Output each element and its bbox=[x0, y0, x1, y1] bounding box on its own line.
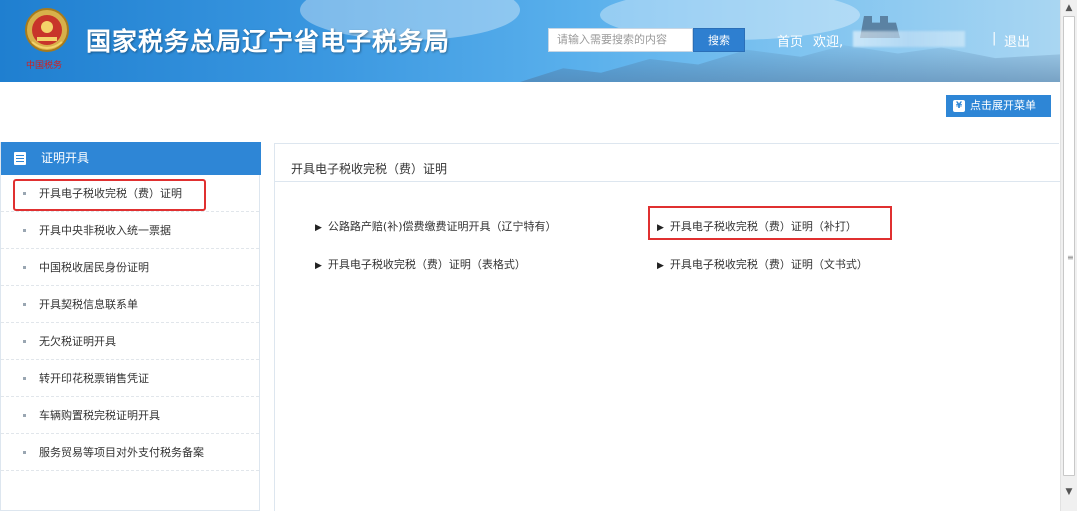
link-label: 开具电子税收完税（费）证明（文书式） bbox=[669, 258, 868, 271]
site-title: 国家税务总局辽宁省电子税务局 bbox=[86, 27, 451, 56]
sidebar-header-label: 证明开具 bbox=[41, 151, 90, 165]
bullet-icon bbox=[23, 229, 26, 232]
link-highway-compensation[interactable]: ▶ 公路路产赔(补)偿费缴费证明开具（辽宁特有） bbox=[315, 218, 557, 234]
page-title: 开具电子税收完税（费）证明 bbox=[291, 162, 448, 176]
link-label: 开具电子税收完税（费）证明（表格式） bbox=[327, 258, 526, 271]
svg-text:中国税务: 中国税务 bbox=[26, 59, 62, 71]
site-header: 中国税务 国家税务总局辽宁省电子税务局 请输入需要搜索的内容 搜索 首页 欢迎,… bbox=[0, 0, 1060, 82]
bullet-icon bbox=[23, 266, 26, 269]
sidebar-item-central-nontax-receipt[interactable]: 开具中央非税收入统一票据 bbox=[1, 212, 259, 249]
bullet-icon bbox=[23, 377, 26, 380]
expand-menu-label: 点击展开菜单 bbox=[970, 99, 1036, 112]
play-arrow-icon: ▶ bbox=[315, 223, 322, 233]
chevron-down-icon: ¥ bbox=[953, 100, 965, 112]
sidebar-item-vehicle-purchase-tax[interactable]: 车辆购置税完税证明开具 bbox=[1, 397, 259, 434]
sidebar-item-label: 车辆购置税完税证明开具 bbox=[39, 409, 160, 422]
scroll-grip-icon: ≡ bbox=[1067, 253, 1074, 262]
link-label: 公路路产赔(补)偿费缴费证明开具（辽宁特有） bbox=[327, 220, 557, 233]
sidebar-item-tax-resident-certificate[interactable]: 中国税收居民身份证明 bbox=[1, 249, 259, 286]
sidebar-item-no-arrears-certificate[interactable]: 无欠税证明开具 bbox=[1, 323, 259, 360]
sidebar-header: 证明开具 bbox=[1, 142, 261, 175]
play-arrow-icon: ▶ bbox=[657, 261, 664, 271]
scroll-down-icon[interactable]: ▼ bbox=[1061, 484, 1077, 500]
bullet-icon bbox=[23, 414, 26, 417]
divider bbox=[275, 181, 1060, 182]
expand-menu-button[interactable]: ¥ 点击展开菜单 bbox=[946, 95, 1051, 117]
header-separator: | bbox=[992, 31, 997, 46]
bullet-icon bbox=[23, 340, 26, 343]
sidebar-item-stamp-tax-voucher[interactable]: 转开印花税票销售凭证 bbox=[1, 360, 259, 397]
logout-link[interactable]: 退出 bbox=[1004, 31, 1030, 50]
sidebar-item-label: 无欠税证明开具 bbox=[39, 335, 116, 348]
highlight-box bbox=[13, 179, 206, 211]
document-icon bbox=[14, 152, 26, 165]
tax-emblem-icon: 中国税务 bbox=[25, 8, 69, 71]
bullet-icon bbox=[23, 303, 26, 306]
sidebar-item-label: 中国税收居民身份证明 bbox=[39, 261, 149, 274]
main-panel: 开具电子税收完税（费）证明 ▶ 公路路产赔(补)偿费缴费证明开具（辽宁特有） ▶ 开… bbox=[274, 143, 1060, 511]
sidebar-item-label: 转开印花税票销售凭证 bbox=[39, 372, 149, 385]
user-name-redacted bbox=[853, 31, 965, 47]
scroll-up-icon[interactable]: ▲ bbox=[1061, 0, 1077, 16]
sidebar-item-label: 开具契税信息联系单 bbox=[39, 298, 138, 311]
sidebar-item-label: 开具中央非税收入统一票据 bbox=[39, 224, 171, 237]
sidebar-item-deed-tax-contact[interactable]: 开具契税信息联系单 bbox=[1, 286, 259, 323]
bullet-icon bbox=[23, 451, 26, 454]
highlight-box bbox=[648, 206, 892, 240]
search-input[interactable]: 请输入需要搜索的内容 bbox=[548, 28, 693, 52]
scroll-thumb[interactable]: ≡ bbox=[1063, 16, 1075, 476]
home-link[interactable]: 首页 bbox=[777, 31, 803, 50]
sidebar-item-service-trade-filing[interactable]: 服务贸易等项目对外支付税务备案 bbox=[1, 434, 259, 471]
link-document-format-certificate[interactable]: ▶ 开具电子税收完税（费）证明（文书式） bbox=[657, 256, 868, 272]
vertical-scrollbar[interactable]: ▲ ≡ ▼ bbox=[1060, 0, 1077, 511]
search-button[interactable]: 搜索 bbox=[693, 28, 745, 52]
sidebar-item-label: 服务贸易等项目对外支付税务备案 bbox=[39, 446, 204, 459]
link-table-format-certificate[interactable]: ▶ 开具电子税收完税（费）证明（表格式） bbox=[315, 256, 526, 272]
welcome-text: 欢迎, bbox=[813, 35, 844, 50]
play-arrow-icon: ▶ bbox=[315, 261, 322, 271]
